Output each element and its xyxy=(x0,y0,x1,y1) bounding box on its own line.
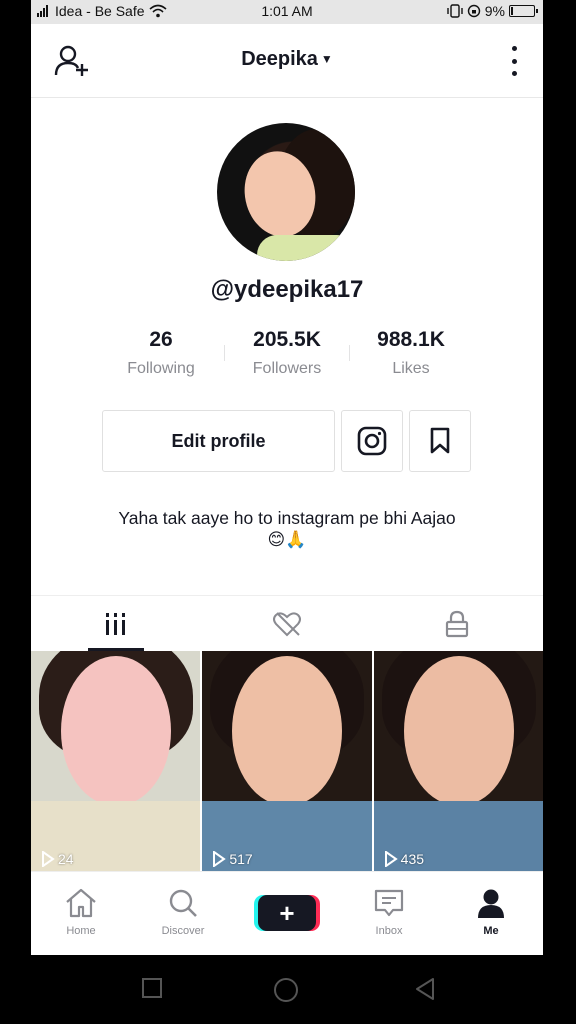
view-count: 24 xyxy=(41,851,74,867)
nav-me[interactable]: Me xyxy=(441,872,541,955)
back-icon[interactable] xyxy=(413,977,437,1001)
nav-home[interactable]: Home xyxy=(31,872,131,955)
profile-header: Deepika ▼ xyxy=(31,24,543,98)
bottom-nav: Home Discover + Inbox Me xyxy=(31,871,543,955)
rotation-lock-icon xyxy=(467,4,480,18)
view-count: 435 xyxy=(384,851,424,867)
vibrate-icon xyxy=(447,4,463,18)
tab-private[interactable] xyxy=(372,596,542,652)
bio-text: Yaha tak aaye ho to instagram pe bhi Aaj… xyxy=(118,508,456,528)
instagram-button[interactable] xyxy=(341,410,403,472)
nav-inbox[interactable]: Inbox xyxy=(339,872,439,955)
thumb-face xyxy=(61,656,171,806)
app-screen: Idea - Be Safe 1:01 AM 9% Deepika ▼ @ydee… xyxy=(31,0,543,955)
liked-hidden-icon xyxy=(273,612,301,637)
tab-videos[interactable] xyxy=(31,596,201,652)
followers-count: 205.5K xyxy=(253,328,321,351)
instagram-icon xyxy=(357,426,387,456)
nav-inbox-label: Inbox xyxy=(375,925,403,937)
thumb-face xyxy=(232,656,343,806)
avatar[interactable] xyxy=(217,123,355,261)
recents-icon[interactable] xyxy=(141,977,163,999)
more-options-button[interactable] xyxy=(509,46,519,76)
battery-icon xyxy=(509,5,538,17)
status-bar: Idea - Be Safe 1:01 AM 9% xyxy=(31,0,543,24)
video-thumbnail[interactable]: 24 xyxy=(31,651,201,871)
thumb-face xyxy=(403,656,514,806)
video-thumbnail[interactable]: 435 xyxy=(373,651,543,871)
stat-likes[interactable]: 988.1K Likes xyxy=(351,328,471,378)
grid-icon xyxy=(106,613,125,635)
home-icon xyxy=(66,888,96,918)
status-right: 9% xyxy=(447,3,538,19)
stat-divider xyxy=(224,345,225,361)
play-icon xyxy=(213,851,227,867)
nav-discover[interactable]: Discover xyxy=(133,872,233,955)
battery-percent: 9% xyxy=(484,3,505,19)
search-icon xyxy=(169,889,197,917)
likes-label: Likes xyxy=(392,360,430,377)
nav-home-label: Home xyxy=(66,925,96,937)
following-label: Following xyxy=(127,360,195,377)
view-count: 517 xyxy=(212,851,253,867)
nav-discover-label: Discover xyxy=(161,925,205,937)
following-count: 26 xyxy=(149,328,173,351)
dot xyxy=(511,58,517,64)
stat-followers[interactable]: 205.5K Followers xyxy=(227,328,347,378)
likes-count: 988.1K xyxy=(377,328,445,351)
dot xyxy=(511,46,517,51)
bio: Yaha tak aaye ho to instagram pe bhi Aaj… xyxy=(31,507,543,551)
inbox-icon xyxy=(374,889,404,917)
stat-divider xyxy=(349,345,350,361)
favorites-button[interactable] xyxy=(409,410,471,472)
create-button[interactable]: + xyxy=(258,895,316,931)
profile-tabs xyxy=(31,595,543,651)
video-grid: 24 517 435 xyxy=(31,651,543,871)
bio-emoji: 😊🙏 xyxy=(267,530,307,549)
view-count-value: 435 xyxy=(400,851,425,867)
system-nav-bar xyxy=(0,955,576,1024)
play-icon xyxy=(384,851,398,867)
play-icon xyxy=(42,851,55,867)
nav-me-label: Me xyxy=(483,925,499,937)
edit-profile-button[interactable]: Edit profile xyxy=(102,410,335,472)
dot xyxy=(511,71,517,76)
person-icon xyxy=(478,889,504,918)
home-circle-icon[interactable] xyxy=(273,977,299,1003)
plus-icon: + xyxy=(279,897,295,928)
stat-following[interactable]: 26 Following xyxy=(101,328,221,378)
view-count-value: 24 xyxy=(58,851,74,867)
video-thumbnail[interactable]: 517 xyxy=(202,651,372,871)
tab-liked[interactable] xyxy=(202,596,372,652)
avatar-dress xyxy=(257,235,355,261)
caret-down-icon: ▼ xyxy=(320,52,333,66)
bookmark-icon xyxy=(430,427,450,454)
view-count-value: 517 xyxy=(229,851,253,867)
followers-label: Followers xyxy=(252,360,322,377)
username: @ydeepika17 xyxy=(210,276,364,303)
lock-icon xyxy=(445,610,469,638)
profile-name: Deepika xyxy=(241,48,318,70)
profile-title[interactable]: Deepika ▼ xyxy=(31,48,543,71)
